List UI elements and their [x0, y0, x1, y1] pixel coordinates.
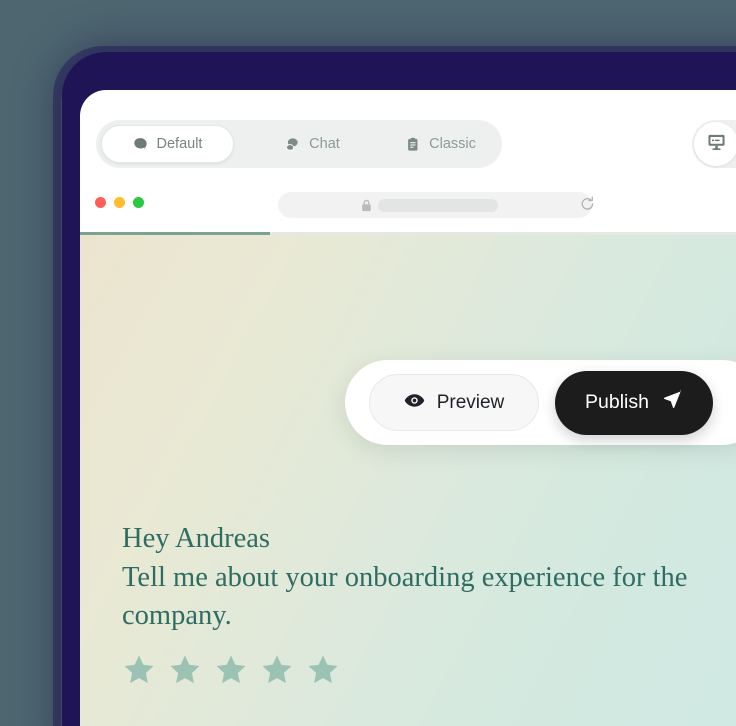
- star-1[interactable]: [122, 653, 156, 687]
- url-address-bar[interactable]: [278, 192, 592, 218]
- bubble-icon: [133, 137, 148, 152]
- url-text-redacted: [378, 198, 498, 212]
- survey-question-block: Hey Andreas Tell me about your onboardin…: [122, 520, 736, 635]
- eye-icon: [404, 392, 425, 414]
- star-3[interactable]: [214, 653, 248, 687]
- survey-question-text: Tell me about your onboarding experience…: [122, 562, 688, 631]
- publish-button-label: Publish: [585, 391, 649, 413]
- send-icon: [662, 389, 683, 416]
- survey-preview-canvas: Preview Publish Hey Andreas Tell me abou…: [80, 235, 736, 726]
- maximize-window-dot[interactable]: [133, 197, 144, 208]
- tab-default-label: Default: [156, 136, 203, 152]
- device-preview-toggle: [692, 120, 736, 168]
- traffic-lights: [95, 197, 144, 208]
- preview-button[interactable]: Preview: [369, 374, 539, 431]
- tab-classic[interactable]: Classic: [386, 125, 496, 163]
- close-window-dot[interactable]: [95, 197, 106, 208]
- desktop-view-button[interactable]: [694, 122, 736, 166]
- editor-action-bar: Preview Publish: [345, 360, 736, 445]
- reload-icon[interactable]: [580, 196, 595, 217]
- tab-classic-label: Classic: [429, 136, 476, 152]
- minimize-window-dot[interactable]: [114, 197, 125, 208]
- lock-icon: [361, 199, 372, 212]
- survey-greeting: Hey Andreas: [122, 523, 270, 554]
- form-icon: [406, 137, 420, 152]
- star-5[interactable]: [306, 653, 340, 687]
- tab-chat[interactable]: Chat: [252, 125, 372, 163]
- star-2[interactable]: [168, 653, 202, 687]
- browser-chrome-bar: [80, 178, 736, 234]
- app-toolbar: Default Chat Classic: [80, 90, 736, 168]
- preview-button-label: Preview: [436, 391, 505, 413]
- desktop-icon: [707, 133, 726, 156]
- app-window-card: Default Chat Classic Preview Publish Hey…: [80, 90, 736, 726]
- tab-chat-label: Chat: [309, 136, 340, 152]
- publish-button[interactable]: Publish: [555, 370, 713, 435]
- layout-tab-bar: Default Chat Classic: [96, 120, 502, 168]
- tab-default[interactable]: Default: [101, 125, 234, 163]
- star-rating[interactable]: [122, 653, 340, 687]
- screenshot-stage: Default Chat Classic Preview Publish Hey…: [0, 0, 736, 726]
- chat-bubbles-icon: [284, 137, 300, 152]
- star-4[interactable]: [260, 653, 294, 687]
